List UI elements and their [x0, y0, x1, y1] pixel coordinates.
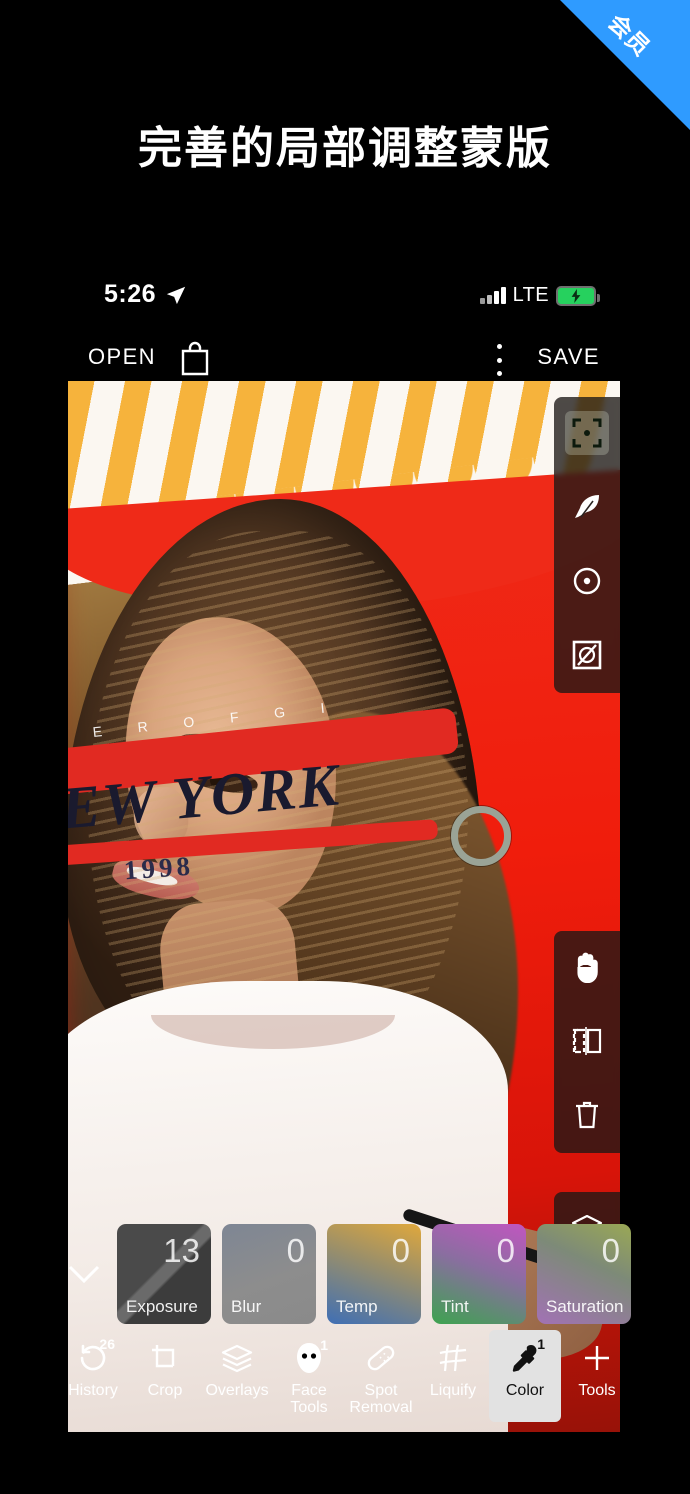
nav-item-color[interactable]: 1 Color	[489, 1330, 561, 1422]
chip-value: 0	[391, 1232, 410, 1269]
status-bar-right: LTE	[480, 284, 600, 307]
save-button[interactable]: SAVE	[537, 344, 600, 370]
mask-tool-panel	[554, 397, 620, 693]
status-time: 5:26	[104, 280, 157, 308]
mirror-flip-icon[interactable]	[565, 1019, 609, 1063]
nav-label: Crop	[147, 1382, 183, 1399]
bottom-nav: 26 History Crop Overlays 1 Face Tools Sp…	[0, 1330, 690, 1426]
plus-icon	[582, 1338, 612, 1378]
adjustment-chip-blur[interactable]: 0 Blur	[222, 1224, 316, 1324]
nav-label: History	[68, 1382, 118, 1399]
eyedropper-icon: 1	[510, 1337, 545, 1378]
location-arrow-icon	[165, 284, 187, 306]
history-undo-icon: 26	[77, 1337, 115, 1378]
radial-mask-icon[interactable]	[565, 559, 609, 603]
crop-icon	[150, 1338, 180, 1378]
nav-label: Tools	[578, 1382, 616, 1399]
status-bar: 5:26 LTE	[0, 278, 690, 320]
adjustment-chip-exposure[interactable]: 13 Exposure	[117, 1224, 211, 1324]
nav-label: Overlays	[205, 1382, 269, 1399]
nav-item-tools[interactable]: Tools	[561, 1330, 633, 1422]
invert-mask-icon[interactable]	[565, 633, 609, 677]
nav-item-liquify[interactable]: Liquify	[417, 1330, 489, 1422]
bandage-icon	[365, 1338, 397, 1378]
status-bar-left: 5:26	[104, 280, 187, 309]
chip-label: Tint	[441, 1297, 469, 1316]
hand-pan-icon[interactable]	[565, 945, 609, 989]
nav-label: Spot Removal	[349, 1382, 413, 1416]
open-button[interactable]: OPEN	[88, 344, 156, 370]
chip-label: Exposure	[126, 1297, 198, 1316]
chip-label: Temp	[336, 1297, 378, 1316]
history-badge: 26	[99, 1336, 115, 1352]
membership-ribbon: 会员	[560, 0, 690, 130]
editor-toolbar: OPEN SAVE	[0, 334, 690, 386]
chip-label: Blur	[231, 1297, 262, 1316]
battery-charging-icon	[556, 285, 600, 306]
more-vertical-icon[interactable]	[489, 344, 509, 376]
nav-item-history[interactable]: 26 History	[57, 1330, 129, 1422]
radial-mask-handle[interactable]	[451, 806, 511, 866]
nav-label: Color	[505, 1382, 545, 1399]
transform-tool-panel	[554, 931, 620, 1153]
signal-bars-icon	[480, 287, 506, 304]
chip-value: 0	[496, 1232, 515, 1269]
chip-value: 0	[601, 1232, 620, 1269]
chip-value: 0	[286, 1232, 305, 1269]
phone-screenshot: 5:26 LTE OPEN SAVE E R O F G I EW YORK 1…	[0, 262, 690, 1432]
face-tools-icon: 1	[294, 1338, 328, 1378]
chip-label: Saturation	[546, 1297, 624, 1316]
nav-item-spot-removal[interactable]: Spot Removal	[345, 1330, 417, 1422]
shopping-bag-icon[interactable]	[178, 340, 212, 376]
nav-label: Face Tools	[290, 1382, 328, 1416]
nav-label: Liquify	[429, 1382, 477, 1399]
chevron-down-icon[interactable]	[62, 1252, 106, 1296]
adjustment-chip-tint[interactable]: 0 Tint	[432, 1224, 526, 1324]
feather-icon[interactable]	[565, 485, 609, 529]
selection-mask-icon[interactable]	[565, 411, 609, 455]
color-badge: 1	[537, 1336, 545, 1352]
nav-item-crop[interactable]: Crop	[129, 1330, 201, 1422]
shirt-text-year: 1998	[123, 850, 195, 886]
adjustment-chip-temp[interactable]: 0 Temp	[327, 1224, 421, 1324]
nav-item-face-tools[interactable]: 1 Face Tools	[273, 1330, 345, 1422]
liquify-grid-icon	[438, 1338, 468, 1378]
network-label: LTE	[512, 284, 549, 306]
delete-trash-icon[interactable]	[565, 1093, 609, 1137]
nav-item-overlays[interactable]: Overlays	[201, 1330, 273, 1422]
chip-value: 13	[163, 1232, 200, 1269]
face-tools-badge: 1	[320, 1337, 328, 1353]
adjustment-chips-row[interactable]: 13 Exposure 0 Blur 0 Temp 0 Tint 0 Satur…	[0, 1224, 690, 1324]
adjustment-chip-saturation[interactable]: 0 Saturation	[537, 1224, 631, 1324]
layers-icon	[220, 1338, 254, 1378]
